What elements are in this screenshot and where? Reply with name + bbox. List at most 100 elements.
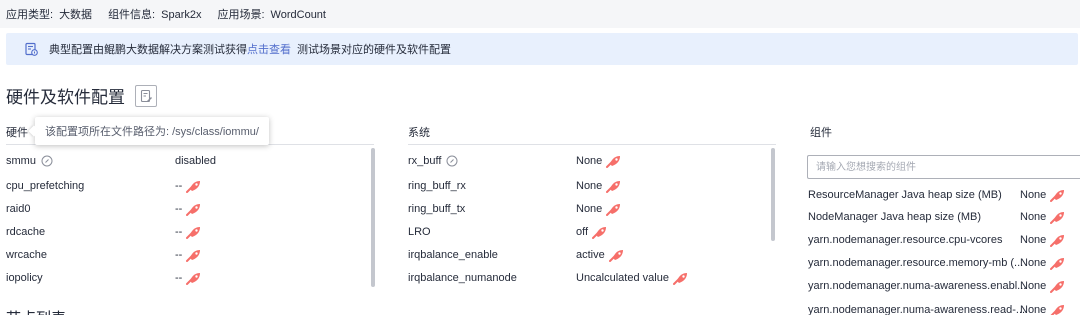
component-item-name: yarn.nodemanager.numa-awareness.enabl... bbox=[808, 280, 1027, 292]
system-row: LRO off bbox=[408, 221, 768, 243]
rocket-icon[interactable] bbox=[592, 226, 607, 239]
components-column-header: 组件 bbox=[810, 127, 832, 139]
component-item-value: None bbox=[1020, 257, 1065, 270]
system-item-value: None bbox=[576, 155, 621, 168]
system-row: irqbalance_numanode Uncalculated value bbox=[408, 267, 768, 289]
config-view-button[interactable] bbox=[135, 84, 157, 107]
info-icon[interactable] bbox=[41, 155, 53, 167]
system-value-text: active bbox=[576, 249, 605, 261]
system-value-text: None bbox=[576, 155, 603, 167]
component-info: 组件信息: Spark2x bbox=[108, 6, 201, 22]
rocket-icon[interactable] bbox=[1050, 257, 1065, 270]
hardware-row: wrcache -- bbox=[6, 244, 366, 266]
system-row: ring_buff_rx None bbox=[408, 175, 768, 197]
system-item-value: off bbox=[576, 226, 607, 239]
system-row: ring_buff_tx None bbox=[408, 198, 768, 220]
hardware-value-text: -- bbox=[175, 203, 183, 215]
rocket-icon[interactable] bbox=[186, 226, 201, 239]
app-type-label: 应用类型: bbox=[6, 9, 54, 21]
app-type: 应用类型: 大数据 bbox=[6, 6, 92, 22]
rocket-icon[interactable] bbox=[1050, 189, 1065, 202]
system-item-name: rx_buff bbox=[408, 155, 458, 167]
hardware-item-value: -- bbox=[175, 226, 201, 239]
hardware-value-text: -- bbox=[175, 226, 183, 238]
rocket-icon[interactable] bbox=[1050, 211, 1065, 224]
rocket-icon[interactable] bbox=[1050, 304, 1065, 315]
system-scrollbar[interactable] bbox=[771, 148, 775, 241]
hardware-name-text: smmu bbox=[6, 155, 36, 167]
system-name-text: rx_buff bbox=[408, 155, 442, 167]
hardware-value-text: disabled bbox=[175, 155, 216, 167]
rocket-icon[interactable] bbox=[186, 203, 201, 216]
system-value-text: off bbox=[576, 226, 589, 238]
app-scenario-label: 应用场景: bbox=[217, 9, 265, 21]
hardware-item-name: rdcache bbox=[6, 226, 46, 238]
hardware-item-name: iopolicy bbox=[6, 272, 43, 284]
system-item-value: active bbox=[576, 249, 624, 262]
info-notice: 典型配置由鲲鹏大数据解决方案测试获得 点击查看 测试场景对应的硬件及软件配置 bbox=[6, 33, 1078, 65]
hardware-item-value: disabled bbox=[175, 155, 216, 167]
component-value-text: None bbox=[1020, 304, 1047, 315]
app-type-value: 大数据 bbox=[59, 9, 93, 21]
notice-link[interactable]: 点击查看 bbox=[247, 41, 291, 57]
rocket-icon[interactable] bbox=[186, 249, 201, 262]
system-item-name: ring_buff_rx bbox=[408, 180, 466, 192]
system-item-name: ring_buff_tx bbox=[408, 203, 466, 215]
component-info-label: 组件信息: bbox=[108, 9, 156, 21]
rocket-icon[interactable] bbox=[608, 249, 624, 262]
component-row: yarn.nodemanager.numa-awareness.read-...… bbox=[808, 299, 1080, 315]
hardware-row-smmu: smmu disabled bbox=[6, 150, 366, 172]
rocket-icon[interactable] bbox=[672, 272, 688, 285]
app-scenario-value: WordCount bbox=[270, 9, 326, 21]
component-row: ResourceManager Java heap size (MB) None bbox=[808, 184, 1080, 206]
app-meta-bar: 应用类型: 大数据 组件信息: Spark2x 应用场景: WordCount bbox=[0, 0, 1080, 28]
system-item-value: None bbox=[576, 180, 621, 193]
component-value-text: None bbox=[1020, 280, 1047, 292]
component-row: yarn.nodemanager.resource.memory-mb (...… bbox=[808, 252, 1080, 274]
component-item-value: None bbox=[1020, 211, 1065, 224]
component-item-name: yarn.nodemanager.resource.cpu-vcores bbox=[808, 234, 1003, 246]
info-icon[interactable] bbox=[446, 155, 458, 167]
rocket-icon[interactable] bbox=[606, 203, 621, 216]
component-row: NodeManager Java heap size (MB) None bbox=[808, 206, 1080, 228]
hardware-row: iopolicy -- bbox=[6, 267, 366, 289]
component-value-text: None bbox=[1020, 189, 1047, 201]
document-edit-icon bbox=[140, 89, 152, 102]
hardware-item-value: -- bbox=[175, 249, 201, 262]
component-search-input[interactable] bbox=[807, 155, 1080, 179]
hardware-item-name: cpu_prefetching bbox=[6, 180, 85, 192]
system-item-name: irqbalance_numanode bbox=[408, 272, 517, 284]
document-info-icon bbox=[24, 42, 38, 56]
rocket-icon[interactable] bbox=[606, 180, 621, 193]
system-column-header: 系统 bbox=[408, 127, 430, 139]
section-title: 硬件及软件配置 bbox=[6, 83, 157, 108]
system-value-text: Uncalculated value bbox=[576, 272, 669, 284]
component-row: yarn.nodemanager.numa-awareness.enabl...… bbox=[808, 275, 1080, 297]
hardware-value-text: -- bbox=[175, 180, 183, 192]
component-item-name: NodeManager Java heap size (MB) bbox=[808, 211, 982, 223]
rocket-icon[interactable] bbox=[186, 272, 201, 285]
notice-text-after: 测试场景对应的硬件及软件配置 bbox=[297, 44, 451, 56]
system-item-name: LRO bbox=[408, 226, 431, 238]
hardware-item-value: -- bbox=[175, 203, 201, 216]
component-item-name: yarn.nodemanager.resource.memory-mb (... bbox=[808, 257, 1024, 269]
rocket-icon[interactable] bbox=[1050, 234, 1065, 247]
hardware-value-text: -- bbox=[175, 249, 183, 261]
app-scenario: 应用场景: WordCount bbox=[217, 6, 326, 22]
component-value-text: None bbox=[1020, 234, 1047, 246]
rocket-icon[interactable] bbox=[186, 180, 201, 193]
component-item-value: None bbox=[1020, 280, 1065, 293]
notice-text: 典型配置由鲲鹏大数据解决方案测试获得 bbox=[49, 44, 247, 56]
rocket-icon[interactable] bbox=[606, 155, 621, 168]
component-value-text: None bbox=[1020, 211, 1047, 223]
system-item-value: Uncalculated value bbox=[576, 272, 688, 285]
component-item-name: ResourceManager Java heap size (MB) bbox=[808, 189, 1002, 201]
hardware-item-name: wrcache bbox=[6, 249, 47, 261]
hardware-item-name: raid0 bbox=[6, 203, 31, 215]
component-info-value: Spark2x bbox=[161, 9, 202, 21]
hardware-scrollbar[interactable] bbox=[371, 148, 375, 287]
rocket-icon[interactable] bbox=[1050, 280, 1065, 293]
system-item-value: None bbox=[576, 203, 621, 216]
system-value-text: None bbox=[576, 180, 603, 192]
path-tooltip: 该配置项所在文件路径为: /sys/class/iommu/ bbox=[35, 117, 269, 145]
